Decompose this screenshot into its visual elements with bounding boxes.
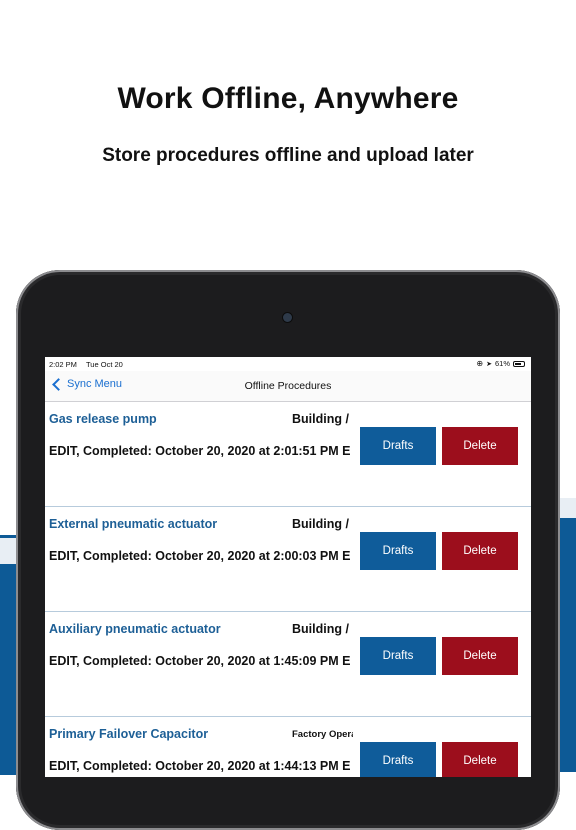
navigation-bar: Sync Menu Offline Procedures	[45, 371, 531, 402]
procedure-name[interactable]: Auxiliary pneumatic actuator	[49, 622, 221, 636]
promo-headline: Work Offline, Anywhere	[117, 82, 459, 115]
camera-icon	[283, 313, 292, 322]
procedure-location: Factory Opera	[292, 729, 353, 740]
procedure-row: Auxiliary pneumatic actuator Building / …	[45, 612, 531, 717]
drafts-button[interactable]: Drafts	[360, 532, 436, 570]
procedure-row: Primary Failover Capacitor Factory Opera…	[45, 717, 531, 777]
battery-percent: 61%	[494, 359, 510, 368]
delete-button[interactable]: Delete	[442, 637, 518, 675]
procedure-name[interactable]: External pneumatic actuator	[49, 517, 217, 531]
status-time: 2:02 PM	[49, 360, 77, 369]
status-date: Tue Oct 20	[86, 360, 123, 369]
procedure-row: External pneumatic actuator Building / E…	[45, 507, 531, 612]
status-bar: 2:02 PM Tue Oct 20 ⊕ ➤ 61%	[45, 357, 531, 371]
procedure-row: Gas release pump Building / EDIT, Comple…	[45, 402, 531, 507]
drafts-button[interactable]: Drafts	[360, 427, 436, 465]
procedure-location: Building /	[292, 622, 349, 636]
procedure-status: EDIT, Completed: October 20, 2020 at 2:0…	[49, 444, 351, 458]
procedure-status: EDIT, Completed: October 20, 2020 at 1:4…	[49, 759, 351, 773]
procedure-location: Building /	[292, 517, 349, 531]
drafts-button[interactable]: Drafts	[360, 742, 436, 777]
delete-button[interactable]: Delete	[442, 532, 518, 570]
location-arrow-icon: ➤	[486, 360, 492, 368]
status-indicators: ⊕ ➤ 61%	[476, 359, 525, 368]
app-screen: 2:02 PM Tue Oct 20 ⊕ ➤ 61% Sync Menu Off…	[45, 357, 531, 777]
procedure-list: Gas release pump Building / EDIT, Comple…	[45, 402, 531, 777]
procedure-location: Building /	[292, 412, 349, 426]
promo-subhead: Store procedures offline and upload late…	[102, 145, 474, 166]
page-title: Offline Procedures	[244, 380, 332, 392]
delete-button[interactable]: Delete	[442, 427, 518, 465]
procedure-status: EDIT, Completed: October 20, 2020 at 2:0…	[49, 549, 351, 563]
procedure-status: EDIT, Completed: October 20, 2020 at 1:4…	[49, 654, 351, 668]
battery-icon	[513, 360, 525, 367]
procedure-name[interactable]: Primary Failover Capacitor	[49, 727, 208, 741]
procedure-name[interactable]: Gas release pump	[49, 412, 157, 426]
drafts-button[interactable]: Drafts	[360, 637, 436, 675]
orientation-lock-icon: ⊕	[476, 359, 484, 368]
delete-button[interactable]: Delete	[442, 742, 518, 777]
